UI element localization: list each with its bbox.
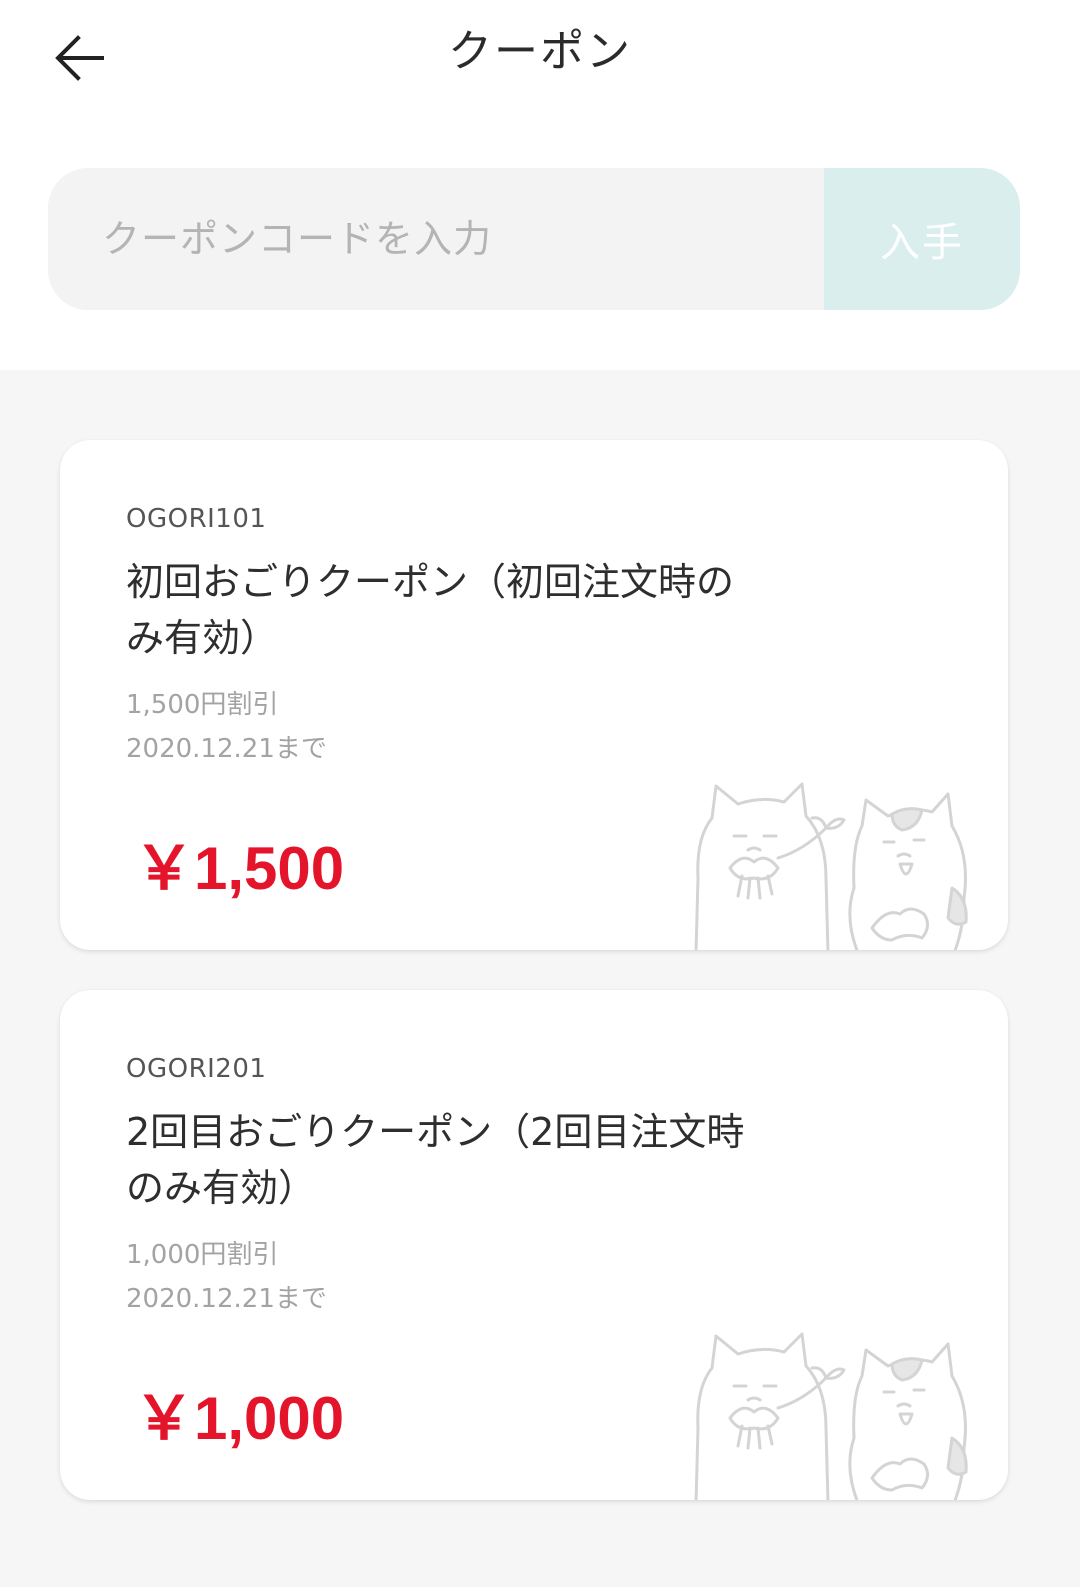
app-header: クーポン (0, 0, 1080, 110)
coupon-code-input[interactable] (48, 168, 824, 310)
cats-illustration (694, 782, 968, 950)
cats-illustration (694, 1332, 968, 1500)
get-coupon-button[interactable]: 入手 (824, 168, 1020, 310)
coupon-name: 初回おごりクーポン（初回注文時のみ有効） (126, 560, 735, 660)
coupon-code: OGORI201 (126, 1054, 267, 1084)
coupon-discount: 1,000円割引 (126, 1240, 279, 1270)
coupon-card[interactable]: OGORI101 初回おごりクーポン（初回注文時のみ有効） 1,500円割引 2… (60, 440, 1008, 950)
coupon-discount: 1,500円割引 (126, 690, 279, 720)
page-title: クーポン (448, 26, 632, 77)
coupon-expiry: 2020.12.21まで (126, 1284, 327, 1314)
coupon-code-form: 入手 (48, 168, 1020, 310)
coupon-code: OGORI101 (126, 504, 267, 534)
top-panel: クーポン 入手 (0, 0, 1080, 370)
coupon-card[interactable]: OGORI201 2回目おごりクーポン（2回目注文時のみ有効） 1,000円割引… (60, 990, 1008, 1500)
coupon-amount: ￥1,500 (134, 835, 345, 902)
coupon-name: 2回目おごりクーポン（2回目注文時のみ有効） (126, 1110, 745, 1210)
coupon-expiry: 2020.12.21まで (126, 734, 327, 764)
coupon-amount: ￥1,000 (134, 1385, 345, 1452)
